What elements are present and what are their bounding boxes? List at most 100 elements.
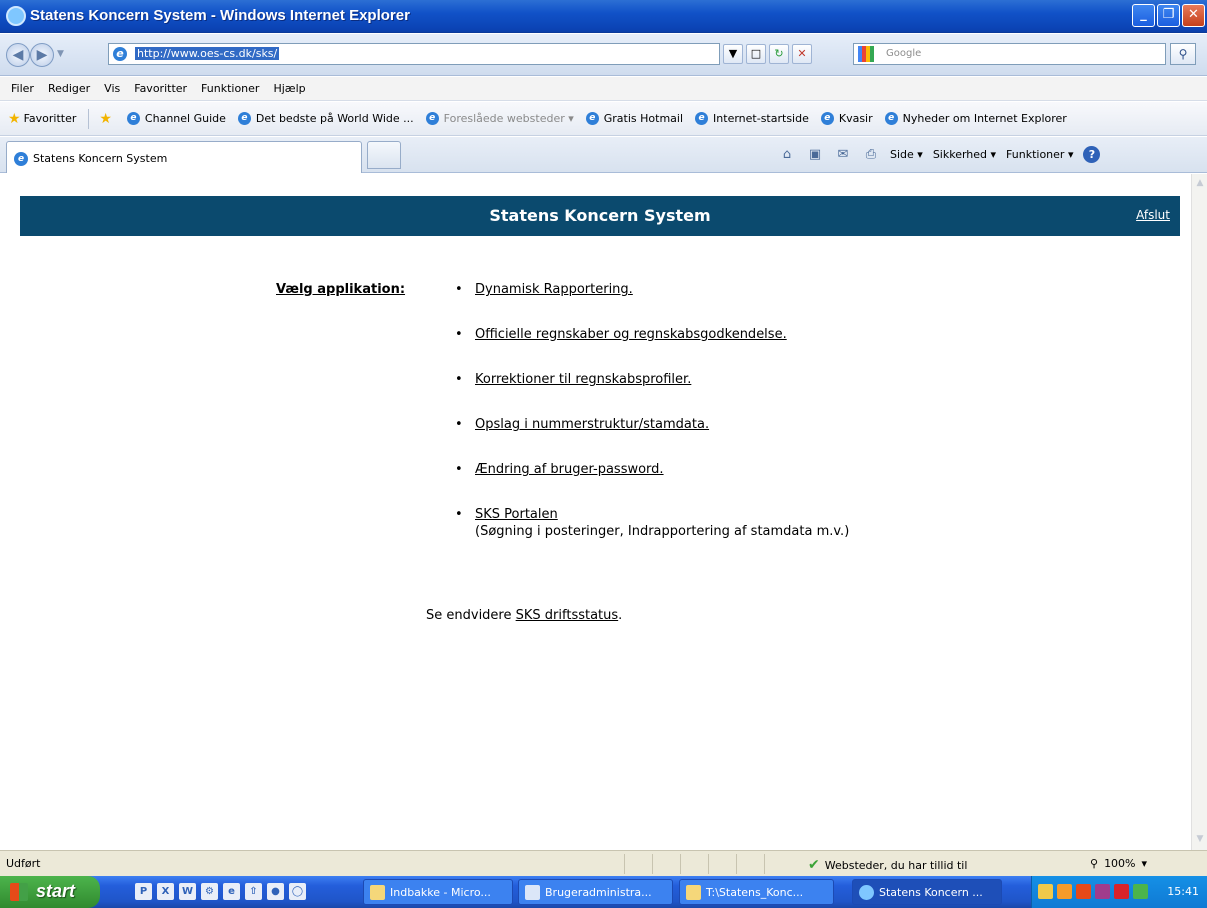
footer-note: Se endvidere SKS driftsstatus. [426,608,622,623]
menu-bar: Filer Rediger Vis Favoritter Funktioner … [0,77,1207,101]
page-icon: e [113,47,127,61]
list-item: • Officielle regnskaber og regnskabsgodk… [455,327,849,372]
quicklaunch-icon[interactable]: ◯ [289,883,306,900]
page-icon: e [695,112,709,125]
feeds-icon[interactable]: ▣ [806,147,824,162]
status-text: Udført [6,857,41,870]
app-link-official-accounts[interactable]: Officielle regnskaber og regnskabsgodken… [475,327,787,342]
task-label: Brugeradministra... [545,886,652,899]
app-link-change-password[interactable]: Ændring af bruger-password. [475,462,664,477]
minimize-button[interactable]: _ [1132,4,1155,27]
address-toolbar: ◀ ▶ ▼ e http://www.oes-cs.dk/sks/ ▼ □ ↻ … [0,34,1207,76]
tools-menu[interactable]: Funktioner ▾ [1006,148,1073,161]
back-button[interactable]: ◀ [6,43,30,67]
refresh-icon[interactable]: ↻ [769,44,789,64]
menu-file[interactable]: Filer [4,77,41,100]
google-icon [858,46,874,62]
favorites-button[interactable]: ★ Favoritter [8,111,76,127]
scroll-up-icon[interactable]: ▲ [1194,178,1206,190]
menu-view[interactable]: Vis [97,77,127,100]
network-tray-icon[interactable] [1133,884,1148,899]
logout-link[interactable]: Afslut [1136,208,1170,222]
print-icon[interactable]: ⎙ [862,147,880,162]
separator [88,108,90,129]
address-tools: ▼ □ ↻ ✕ [723,44,812,64]
operations-status-link[interactable]: SKS driftsstatus [516,608,619,623]
taskbar-item-word[interactable]: Brugeradministra... [518,879,673,905]
favorite-link-label: Det bedste på World Wide ... [255,112,414,125]
status-bar: Udført ✔ Websteder, du har tillid til ⚲ … [0,850,1207,876]
favorite-link[interactable]: e Channel Guide [126,112,226,125]
history-dropdown-icon[interactable]: ▼ [57,49,64,59]
search-icon[interactable]: ⚲ [1170,43,1196,65]
page-menu[interactable]: Side ▾ [890,148,923,161]
bullet: • [455,282,463,297]
system-tray: 15:41 [1031,876,1207,908]
stop-icon[interactable]: ✕ [792,44,812,64]
search-input[interactable]: Google [853,43,1166,65]
forward-button[interactable]: ▶ [30,43,54,67]
start-button[interactable]: start [0,876,100,908]
favorite-link[interactable]: e Gratis Hotmail [585,112,683,125]
clock-tray-icon[interactable] [1057,884,1072,899]
app-link-dynamic-reporting[interactable]: Dynamisk Rapportering. [475,282,633,297]
url-text[interactable]: http://www.oes-cs.dk/sks/ [135,47,280,60]
restore-button[interactable]: ❐ [1157,4,1180,27]
menu-tools[interactable]: Funktioner [194,77,266,100]
start-label: start [36,881,76,901]
favorite-link[interactable]: e Internet-startside [695,112,809,125]
app-link-sks-portal[interactable]: SKS Portalen [475,507,558,522]
volume-tray-icon[interactable] [1076,884,1091,899]
quicklaunch-icon[interactable]: ⚙ [201,883,218,900]
quicklaunch-icon[interactable]: e [223,883,240,900]
page-icon: e [126,112,140,125]
taskbar-item-explorer[interactable]: T:\Statens_Konc... [679,879,834,905]
compatibility-view-icon[interactable]: □ [746,44,766,64]
choose-application-label: Vælg applikation: [276,282,406,297]
help-icon[interactable]: ? [1083,146,1101,163]
app-tray-icon[interactable] [1095,884,1110,899]
taskbar-item-outlook[interactable]: Indbakke - Micro... [363,879,513,905]
vertical-scrollbar[interactable]: ▲ ▼ [1191,174,1207,850]
favorite-link[interactable]: e Det bedste på World Wide ... [237,112,414,125]
new-tab-button[interactable] [367,141,401,169]
menu-help[interactable]: Hjælp [266,77,312,100]
quicklaunch-icon[interactable]: X [157,883,174,900]
address-dropdown-icon[interactable]: ▼ [723,44,743,64]
mail-icon[interactable]: ✉ [834,147,852,162]
menu-edit[interactable]: Rediger [41,77,97,100]
app-link-number-lookup[interactable]: Opslag i nummerstruktur/stamdata. [475,417,709,432]
add-favorite-button[interactable]: ★ [99,111,115,127]
quicklaunch-icon[interactable]: W [179,883,196,900]
zoom-level: 100% [1104,857,1136,870]
favorite-link[interactable]: e Nyheder om Internet Explorer [884,112,1067,125]
favorites-label: Favoritter [23,112,77,125]
list-item: • SKS Portalen (Søgning i posteringer, I… [455,507,849,552]
security-zone[interactable]: ✔ Websteder, du har tillid til [808,857,967,873]
quicklaunch-icon[interactable]: ⇧ [245,883,262,900]
search-placeholder: Google [886,48,922,59]
quicklaunch-icon[interactable]: ● [267,883,284,900]
menu-favorites[interactable]: Favoritter [127,77,194,100]
page-icon: e [425,112,439,125]
taskbar-item-ie[interactable]: Statens Koncern ... [852,879,1002,905]
mcafee-tray-icon[interactable] [1114,884,1129,899]
favorite-link-label: Channel Guide [144,112,226,125]
zoom-control[interactable]: ⚲ 100% ▾ [1090,857,1147,870]
list-item: • Dynamisk Rapportering. [455,282,849,327]
address-input[interactable]: e http://www.oes-cs.dk/sks/ [108,43,720,65]
page-icon: e [237,112,251,125]
home-icon[interactable]: ⌂ [778,147,796,162]
safety-menu[interactable]: Sikkerhed ▾ [933,148,996,161]
close-button[interactable]: ✕ [1182,4,1205,27]
favorite-link[interactable]: e Kvasir [820,112,873,125]
scroll-down-icon[interactable]: ▼ [1194,834,1206,846]
mail-tray-icon[interactable] [1038,884,1053,899]
tab-page-icon: e [14,152,28,166]
window-titlebar[interactable]: Statens Koncern System - Windows Interne… [0,0,1207,33]
tab-statens-koncern-system[interactable]: e Statens Koncern System [6,141,362,173]
suggested-sites-button[interactable]: e Foreslåede websteder ▾ [425,112,574,125]
app-link-corrections[interactable]: Korrektioner til regnskabsprofiler. [475,372,691,387]
status-cells [624,854,792,874]
quicklaunch-icon[interactable]: P [135,883,152,900]
